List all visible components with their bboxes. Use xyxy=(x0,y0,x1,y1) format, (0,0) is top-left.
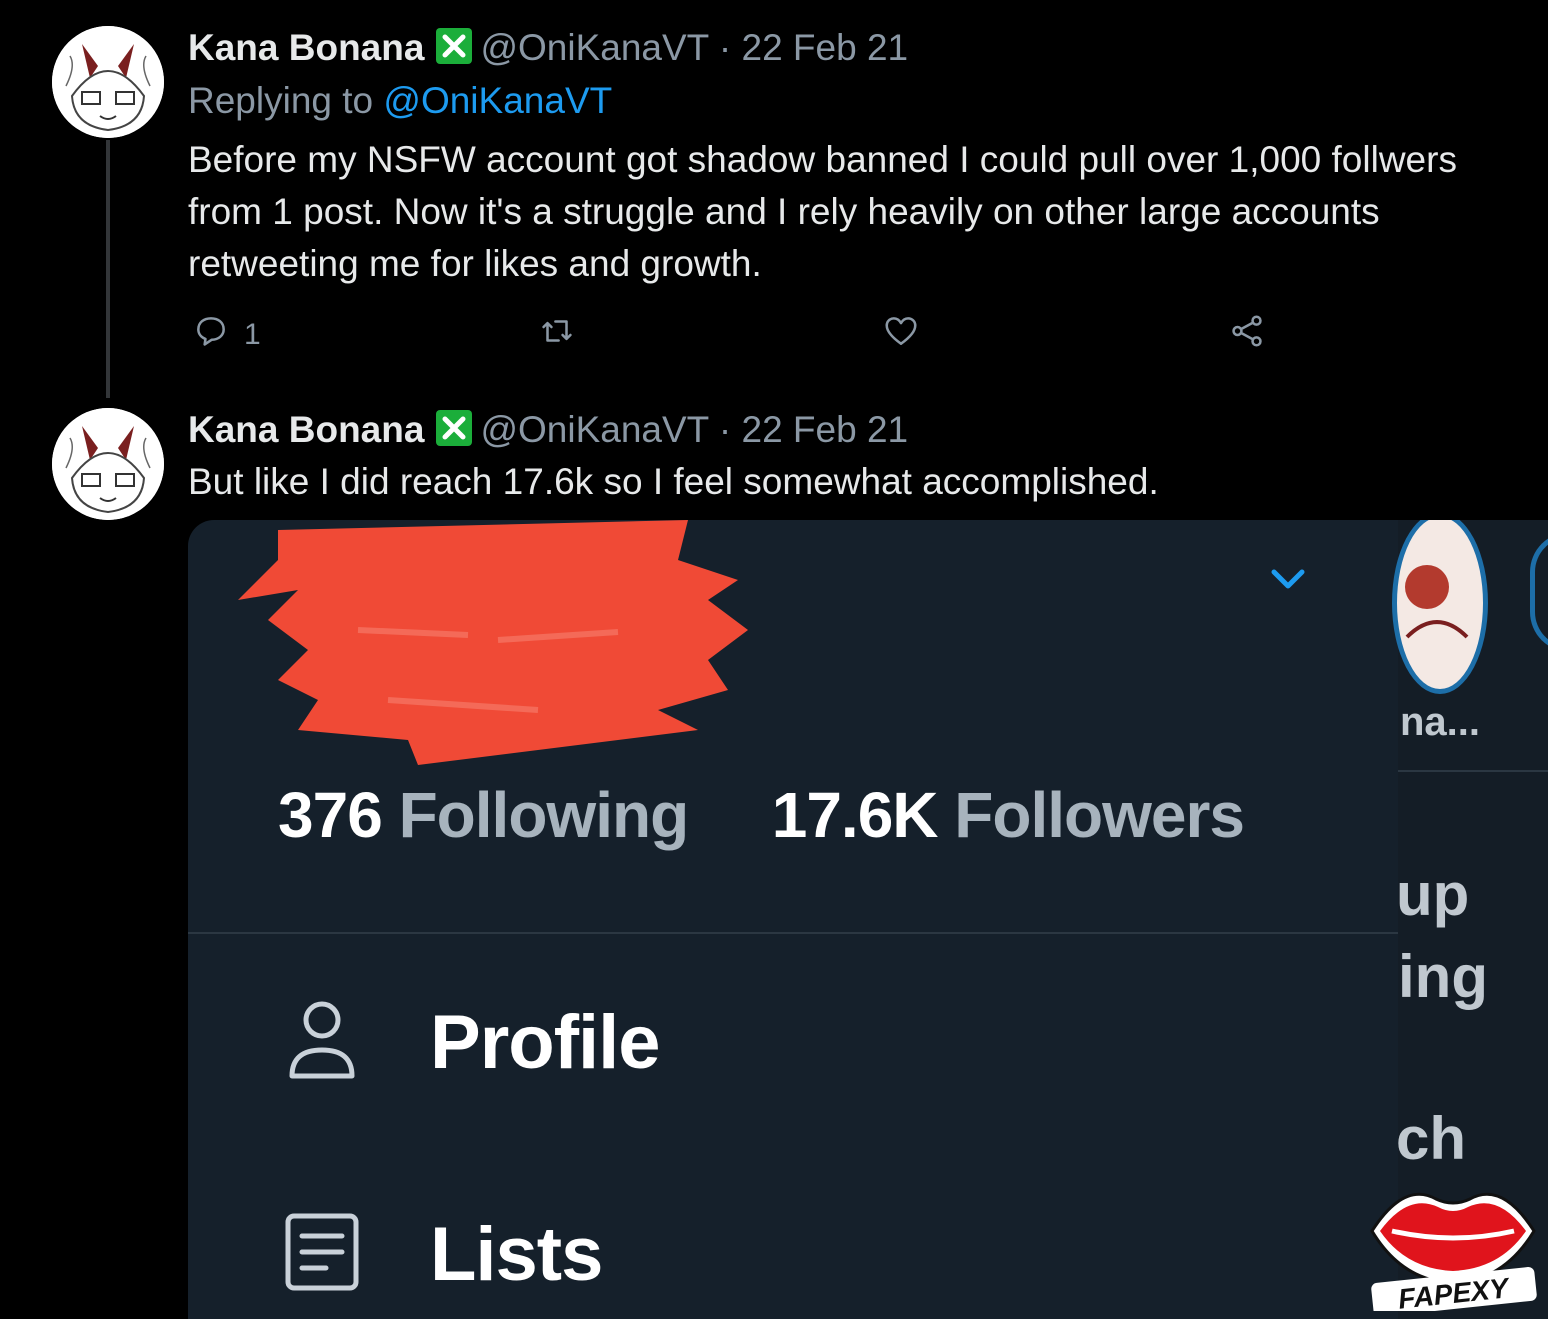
share-icon xyxy=(1228,312,1266,358)
x-mark-badge-icon xyxy=(434,408,474,448)
share-button[interactable] xyxy=(1228,312,1266,358)
followers-label: Followers xyxy=(954,779,1245,851)
list-document-icon xyxy=(284,1210,360,1299)
thread-connector-line xyxy=(106,140,110,398)
partial-avatar xyxy=(1392,520,1488,694)
reply-button[interactable]: 1 xyxy=(192,312,261,358)
heart-icon xyxy=(882,312,920,358)
author-handle[interactable]: @OniKanaVT xyxy=(480,409,708,450)
watermark-text: FAPEXY xyxy=(1397,1272,1512,1311)
replying-to: Replying to @OniKanaVT xyxy=(188,80,612,122)
menu-label-profile: Profile xyxy=(430,1000,660,1085)
avatar[interactable] xyxy=(52,408,164,520)
partial-text-up: up xyxy=(1396,861,1470,928)
tweet-header: Kana Bonana @OniKanaVT · 22 Feb 21 xyxy=(188,26,908,70)
partial-text-name: na... xyxy=(1400,700,1481,744)
reply-icon xyxy=(192,312,230,358)
replying-to-mention[interactable]: @OniKanaVT xyxy=(383,80,612,121)
fapexy-watermark-logo: FAPEXY xyxy=(1364,1171,1542,1317)
redaction-scribble xyxy=(238,520,748,765)
tweet-header: Kana Bonana @OniKanaVT · 22 Feb 21 xyxy=(188,408,908,452)
x-mark-badge-icon xyxy=(434,26,474,66)
retweet-button[interactable] xyxy=(538,312,576,358)
followers-link[interactable]: 17.6K Followers xyxy=(771,779,1245,851)
replying-to-label: Replying to xyxy=(188,80,374,121)
author-handle[interactable]: @OniKanaVT xyxy=(480,27,708,68)
embedded-screenshot[interactable]: na... up ing ch 376 Following 17.6K Foll… xyxy=(188,520,1548,1319)
menu-item-profile[interactable]: Profile xyxy=(284,998,660,1087)
author-name[interactable]: Kana Bonana xyxy=(188,27,424,68)
retweet-icon xyxy=(538,312,576,358)
following-link[interactable]: 376 Following xyxy=(278,779,690,851)
separator-dot: · xyxy=(718,409,732,450)
partial-text-ch: ch xyxy=(1396,1105,1467,1172)
tweet-date[interactable]: 22 Feb 21 xyxy=(742,409,909,450)
chevron-down-icon[interactable] xyxy=(1270,568,1306,597)
author-name[interactable]: Kana Bonana xyxy=(188,409,424,450)
like-button[interactable] xyxy=(882,312,920,358)
follow-stats: 376 Following 17.6K Followers xyxy=(278,778,1245,852)
menu-item-lists[interactable]: Lists xyxy=(284,1210,603,1299)
partial-text-ing: ing xyxy=(1398,943,1488,1010)
menu-divider xyxy=(188,932,1398,934)
following-label: Following xyxy=(398,779,690,851)
separator-dot: · xyxy=(718,27,732,68)
sidebar-divider xyxy=(1398,770,1548,772)
menu-label-lists: Lists xyxy=(430,1212,603,1297)
followers-count: 17.6K xyxy=(771,779,939,851)
person-icon xyxy=(284,998,360,1087)
tweet-date[interactable]: 22 Feb 21 xyxy=(742,27,909,68)
reply-count: 1 xyxy=(244,318,261,351)
avatar[interactable] xyxy=(52,26,164,138)
following-count: 376 xyxy=(278,779,383,851)
tweet-text: Before my NSFW account got shadow banned… xyxy=(188,139,1457,284)
tweet-text: But like I did reach 17.6k so I feel som… xyxy=(188,461,1159,502)
